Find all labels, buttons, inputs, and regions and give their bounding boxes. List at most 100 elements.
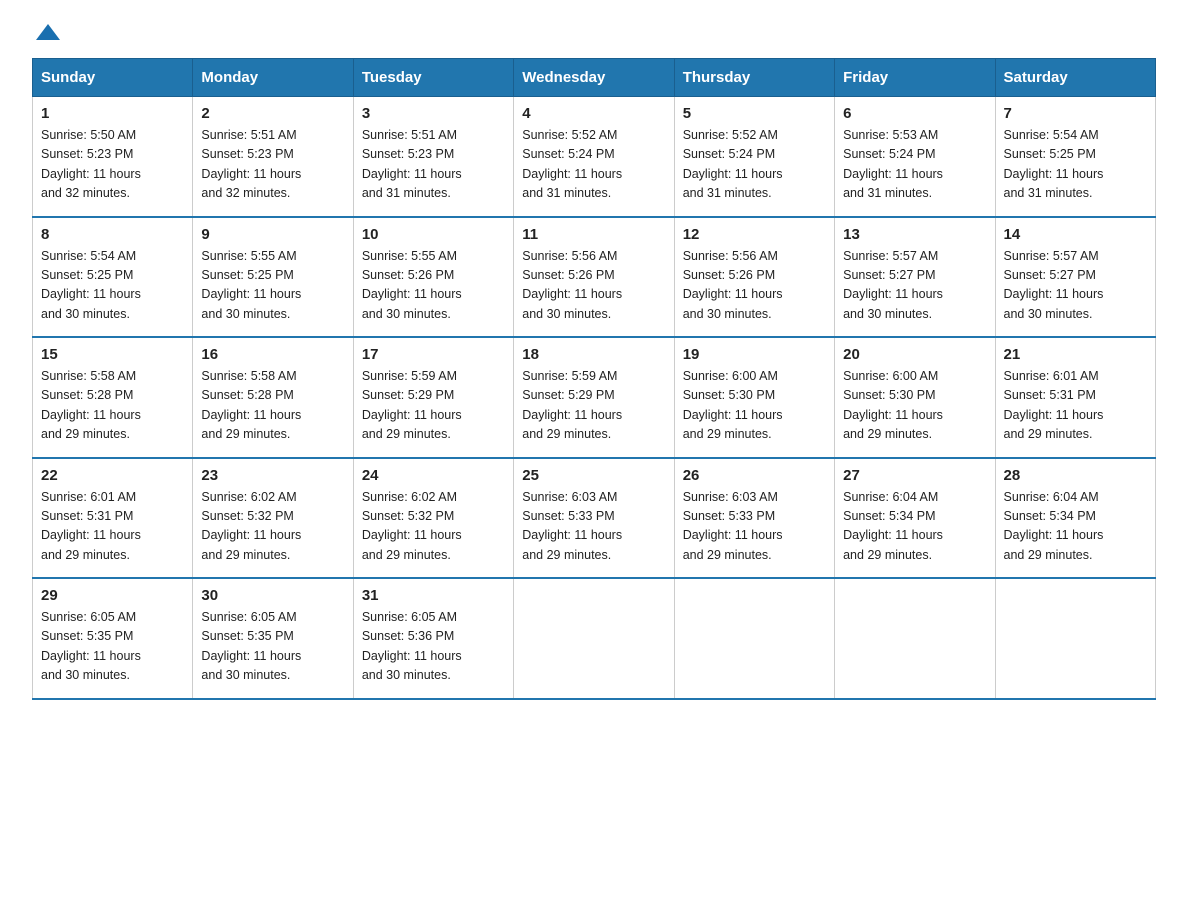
day-number: 24 xyxy=(362,467,505,484)
day-info: Sunrise: 6:05 AMSunset: 5:35 PMDaylight:… xyxy=(201,608,344,686)
day-info: Sunrise: 5:55 AMSunset: 5:26 PMDaylight:… xyxy=(362,247,505,325)
day-number: 15 xyxy=(41,346,184,363)
calendar-cell xyxy=(674,578,834,699)
day-info: Sunrise: 5:54 AMSunset: 5:25 PMDaylight:… xyxy=(1004,126,1147,204)
calendar-header-row: SundayMondayTuesdayWednesdayThursdayFrid… xyxy=(33,59,1156,97)
calendar-cell: 26 Sunrise: 6:03 AMSunset: 5:33 PMDaylig… xyxy=(674,458,834,579)
calendar-cell: 2 Sunrise: 5:51 AMSunset: 5:23 PMDayligh… xyxy=(193,97,353,217)
header-sunday: Sunday xyxy=(33,59,193,97)
day-number: 30 xyxy=(201,587,344,604)
calendar-cell: 29 Sunrise: 6:05 AMSunset: 5:35 PMDaylig… xyxy=(33,578,193,699)
day-number: 22 xyxy=(41,467,184,484)
day-info: Sunrise: 5:56 AMSunset: 5:26 PMDaylight:… xyxy=(522,247,665,325)
day-number: 6 xyxy=(843,105,986,122)
day-info: Sunrise: 5:56 AMSunset: 5:26 PMDaylight:… xyxy=(683,247,826,325)
day-number: 14 xyxy=(1004,226,1147,243)
day-number: 10 xyxy=(362,226,505,243)
day-info: Sunrise: 5:50 AMSunset: 5:23 PMDaylight:… xyxy=(41,126,184,204)
header-wednesday: Wednesday xyxy=(514,59,674,97)
day-info: Sunrise: 6:00 AMSunset: 5:30 PMDaylight:… xyxy=(683,367,826,445)
calendar-cell: 1 Sunrise: 5:50 AMSunset: 5:23 PMDayligh… xyxy=(33,97,193,217)
calendar-cell xyxy=(514,578,674,699)
day-info: Sunrise: 6:04 AMSunset: 5:34 PMDaylight:… xyxy=(843,488,986,566)
day-info: Sunrise: 5:52 AMSunset: 5:24 PMDaylight:… xyxy=(522,126,665,204)
calendar-cell: 22 Sunrise: 6:01 AMSunset: 5:31 PMDaylig… xyxy=(33,458,193,579)
calendar-cell: 9 Sunrise: 5:55 AMSunset: 5:25 PMDayligh… xyxy=(193,217,353,338)
calendar-week-row: 8 Sunrise: 5:54 AMSunset: 5:25 PMDayligh… xyxy=(33,217,1156,338)
day-info: Sunrise: 5:52 AMSunset: 5:24 PMDaylight:… xyxy=(683,126,826,204)
day-info: Sunrise: 5:57 AMSunset: 5:27 PMDaylight:… xyxy=(1004,247,1147,325)
day-number: 23 xyxy=(201,467,344,484)
calendar-cell: 20 Sunrise: 6:00 AMSunset: 5:30 PMDaylig… xyxy=(835,337,995,458)
day-info: Sunrise: 5:58 AMSunset: 5:28 PMDaylight:… xyxy=(201,367,344,445)
calendar-week-row: 15 Sunrise: 5:58 AMSunset: 5:28 PMDaylig… xyxy=(33,337,1156,458)
day-number: 28 xyxy=(1004,467,1147,484)
calendar-cell: 10 Sunrise: 5:55 AMSunset: 5:26 PMDaylig… xyxy=(353,217,513,338)
day-info: Sunrise: 6:03 AMSunset: 5:33 PMDaylight:… xyxy=(522,488,665,566)
day-info: Sunrise: 6:02 AMSunset: 5:32 PMDaylight:… xyxy=(362,488,505,566)
header-monday: Monday xyxy=(193,59,353,97)
day-info: Sunrise: 6:02 AMSunset: 5:32 PMDaylight:… xyxy=(201,488,344,566)
day-number: 31 xyxy=(362,587,505,604)
calendar-cell: 15 Sunrise: 5:58 AMSunset: 5:28 PMDaylig… xyxy=(33,337,193,458)
day-info: Sunrise: 5:59 AMSunset: 5:29 PMDaylight:… xyxy=(362,367,505,445)
calendar-cell: 30 Sunrise: 6:05 AMSunset: 5:35 PMDaylig… xyxy=(193,578,353,699)
day-number: 5 xyxy=(683,105,826,122)
day-info: Sunrise: 5:59 AMSunset: 5:29 PMDaylight:… xyxy=(522,367,665,445)
day-info: Sunrise: 6:04 AMSunset: 5:34 PMDaylight:… xyxy=(1004,488,1147,566)
calendar-cell: 8 Sunrise: 5:54 AMSunset: 5:25 PMDayligh… xyxy=(33,217,193,338)
logo xyxy=(32,24,62,42)
day-number: 18 xyxy=(522,346,665,363)
day-number: 25 xyxy=(522,467,665,484)
day-info: Sunrise: 6:05 AMSunset: 5:36 PMDaylight:… xyxy=(362,608,505,686)
day-info: Sunrise: 5:53 AMSunset: 5:24 PMDaylight:… xyxy=(843,126,986,204)
day-number: 3 xyxy=(362,105,505,122)
day-number: 11 xyxy=(522,226,665,243)
day-number: 20 xyxy=(843,346,986,363)
day-info: Sunrise: 5:54 AMSunset: 5:25 PMDaylight:… xyxy=(41,247,184,325)
calendar-cell: 3 Sunrise: 5:51 AMSunset: 5:23 PMDayligh… xyxy=(353,97,513,217)
calendar-cell xyxy=(995,578,1155,699)
header-friday: Friday xyxy=(835,59,995,97)
calendar-cell: 28 Sunrise: 6:04 AMSunset: 5:34 PMDaylig… xyxy=(995,458,1155,579)
day-info: Sunrise: 5:55 AMSunset: 5:25 PMDaylight:… xyxy=(201,247,344,325)
day-number: 8 xyxy=(41,226,184,243)
day-number: 7 xyxy=(1004,105,1147,122)
day-number: 12 xyxy=(683,226,826,243)
day-number: 13 xyxy=(843,226,986,243)
calendar-cell: 6 Sunrise: 5:53 AMSunset: 5:24 PMDayligh… xyxy=(835,97,995,217)
calendar-cell: 31 Sunrise: 6:05 AMSunset: 5:36 PMDaylig… xyxy=(353,578,513,699)
day-info: Sunrise: 6:01 AMSunset: 5:31 PMDaylight:… xyxy=(1004,367,1147,445)
day-info: Sunrise: 6:05 AMSunset: 5:35 PMDaylight:… xyxy=(41,608,184,686)
calendar-cell: 5 Sunrise: 5:52 AMSunset: 5:24 PMDayligh… xyxy=(674,97,834,217)
day-number: 9 xyxy=(201,226,344,243)
day-number: 26 xyxy=(683,467,826,484)
day-number: 29 xyxy=(41,587,184,604)
day-number: 17 xyxy=(362,346,505,363)
day-number: 19 xyxy=(683,346,826,363)
calendar-week-row: 29 Sunrise: 6:05 AMSunset: 5:35 PMDaylig… xyxy=(33,578,1156,699)
day-info: Sunrise: 6:01 AMSunset: 5:31 PMDaylight:… xyxy=(41,488,184,566)
calendar-cell: 19 Sunrise: 6:00 AMSunset: 5:30 PMDaylig… xyxy=(674,337,834,458)
calendar-cell: 21 Sunrise: 6:01 AMSunset: 5:31 PMDaylig… xyxy=(995,337,1155,458)
day-number: 2 xyxy=(201,105,344,122)
day-info: Sunrise: 5:58 AMSunset: 5:28 PMDaylight:… xyxy=(41,367,184,445)
day-info: Sunrise: 5:51 AMSunset: 5:23 PMDaylight:… xyxy=(362,126,505,204)
day-info: Sunrise: 5:51 AMSunset: 5:23 PMDaylight:… xyxy=(201,126,344,204)
day-number: 16 xyxy=(201,346,344,363)
header-tuesday: Tuesday xyxy=(353,59,513,97)
day-number: 27 xyxy=(843,467,986,484)
day-number: 21 xyxy=(1004,346,1147,363)
calendar-cell: 7 Sunrise: 5:54 AMSunset: 5:25 PMDayligh… xyxy=(995,97,1155,217)
header-saturday: Saturday xyxy=(995,59,1155,97)
calendar-cell: 17 Sunrise: 5:59 AMSunset: 5:29 PMDaylig… xyxy=(353,337,513,458)
day-info: Sunrise: 6:03 AMSunset: 5:33 PMDaylight:… xyxy=(683,488,826,566)
calendar-cell xyxy=(835,578,995,699)
calendar-cell: 27 Sunrise: 6:04 AMSunset: 5:34 PMDaylig… xyxy=(835,458,995,579)
day-number: 1 xyxy=(41,105,184,122)
day-info: Sunrise: 6:00 AMSunset: 5:30 PMDaylight:… xyxy=(843,367,986,445)
calendar-cell: 14 Sunrise: 5:57 AMSunset: 5:27 PMDaylig… xyxy=(995,217,1155,338)
calendar-week-row: 22 Sunrise: 6:01 AMSunset: 5:31 PMDaylig… xyxy=(33,458,1156,579)
calendar-cell: 24 Sunrise: 6:02 AMSunset: 5:32 PMDaylig… xyxy=(353,458,513,579)
calendar-cell: 25 Sunrise: 6:03 AMSunset: 5:33 PMDaylig… xyxy=(514,458,674,579)
